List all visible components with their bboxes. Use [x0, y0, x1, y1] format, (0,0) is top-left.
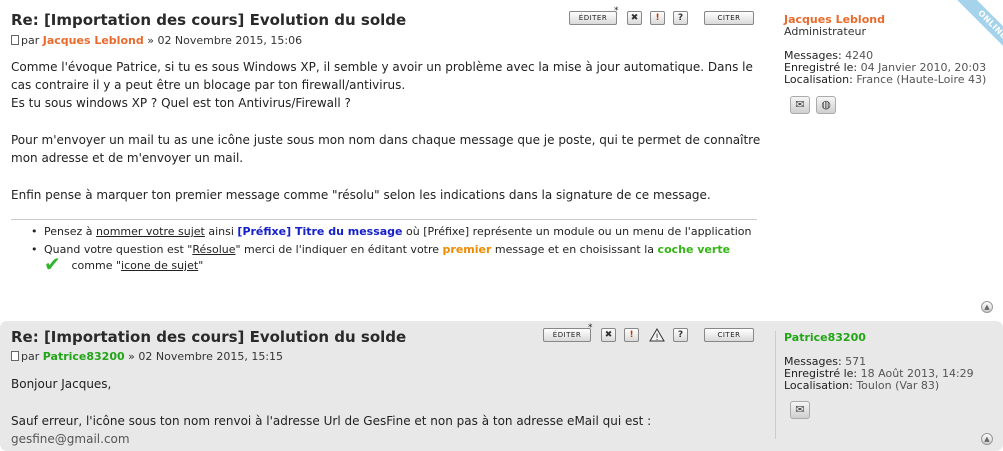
post-paragraph: Bonjour Jacques,	[11, 377, 112, 391]
sig-first-word: premier	[442, 243, 492, 256]
online-badge: ONLINE	[943, 0, 1003, 60]
author-link[interactable]: Patrice83200	[43, 350, 125, 363]
sig-text: message et en choisissant la	[491, 243, 658, 256]
label: Localisation:	[784, 73, 853, 86]
quote-button[interactable]: CITER	[704, 328, 754, 342]
post-paragraph: Enfin pense à marquer ton premier messag…	[11, 188, 711, 202]
post-text: Sauf erreur, l'icône sous ton nom renvoi…	[11, 414, 652, 428]
value: France (Haute-Loire 43)	[856, 73, 987, 86]
value: Toulon (Var 83)	[856, 379, 940, 392]
star-marker: *	[588, 323, 593, 333]
post-paragraph: Comme l'évoque Patrice, si tu es sous Wi…	[11, 60, 753, 92]
sig-link-topic-icon[interactable]: icone de sujet	[121, 259, 198, 272]
post-byline: par Patrice83200 » 02 Novembre 2015, 15:…	[11, 350, 283, 363]
post-date: » 02 Novembre 2015, 15:06	[143, 34, 303, 47]
byline-prefix: par	[21, 34, 40, 47]
sig-text: comme "	[68, 259, 122, 272]
post-content: Bonjour Jacques, Sauf erreur, l'icône so…	[11, 375, 761, 448]
quote-button[interactable]: CITER	[704, 11, 754, 25]
info-button[interactable]: ?	[673, 328, 688, 342]
sig-text: Pensez à	[44, 225, 96, 238]
profile-name[interactable]: Patrice83200	[784, 332, 994, 344]
author-link[interactable]: Jacques Leblond	[43, 34, 144, 47]
delete-button[interactable]: ✖	[601, 328, 616, 342]
green-check-icon: ✔	[44, 252, 61, 276]
post-paragraph: Sauf erreur, l'icône sous ton nom renvoi…	[11, 412, 761, 448]
delete-button[interactable]: ✖	[627, 11, 642, 25]
post-title[interactable]: Re: [Importation des cours] Evolution du…	[11, 328, 406, 346]
profile-location: Localisation: France (Haute-Loire 43)	[784, 74, 994, 86]
sig-link-name-subject[interactable]: nommer votre sujet	[96, 225, 205, 238]
document-icon	[11, 35, 19, 45]
email-icon[interactable]: ✉	[790, 401, 810, 419]
forum-post-2: Re: [Importation des cours] Evolution du…	[0, 321, 1003, 451]
warning-icon[interactable]: !	[649, 328, 665, 343]
report-button[interactable]: !	[624, 328, 639, 342]
sig-text: où [Préfixe] représente un module ou un …	[402, 225, 752, 238]
email-address[interactable]: gesfine@gmail.com	[11, 432, 130, 446]
post-date: » 02 Novembre 2015, 15:15	[124, 350, 284, 363]
profile-divider	[775, 331, 776, 439]
svg-text:!: !	[655, 333, 659, 342]
star-marker: *	[614, 6, 619, 16]
post-content: Comme l'évoque Patrice, si tu es sous Wi…	[11, 58, 761, 204]
signature-item: Quand votre question est "Résolue" merci…	[31, 242, 757, 276]
post-paragraph: Es tu sous windows XP ? Quel est ton Ant…	[11, 96, 351, 110]
profile-location: Localisation: Toulon (Var 83)	[784, 380, 994, 392]
document-icon	[11, 351, 19, 361]
sig-text: ainsi	[204, 225, 238, 238]
forum-post-1: Re: [Importation des cours] Evolution du…	[0, 0, 1003, 318]
email-icon[interactable]: ✉	[790, 96, 810, 114]
post-byline: par Jacques Leblond » 02 Novembre 2015, …	[11, 34, 302, 47]
edit-button[interactable]: ÉDITER	[543, 328, 591, 342]
post-signature: Pensez à nommer votre sujet ainsi [Préfi…	[11, 219, 757, 276]
warning-triangle-icon: !	[649, 328, 665, 343]
signature-item: Pensez à nommer votre sujet ainsi [Préfi…	[31, 224, 757, 239]
website-icon[interactable]: ◍	[816, 96, 836, 114]
back-to-top-icon[interactable]: ▲	[981, 433, 993, 445]
online-badge-text: ONLINE	[955, 0, 1003, 60]
sig-green-check-word: coche verte	[657, 243, 731, 256]
sig-link-resolved[interactable]: Résolue	[192, 243, 235, 256]
label: Localisation:	[784, 379, 853, 392]
post-buttons: ÉDITER * ✖ ! ? CITER	[569, 6, 759, 29]
post-title[interactable]: Re: [Importation des cours] Evolution du…	[11, 11, 406, 29]
byline-prefix: par	[21, 350, 40, 363]
sig-text: " merci de l'indiquer en éditant votre	[235, 243, 443, 256]
edit-button[interactable]: ÉDITER	[569, 11, 617, 25]
report-button[interactable]: !	[650, 11, 665, 25]
sig-text: "	[198, 259, 204, 272]
info-button[interactable]: ?	[673, 11, 688, 25]
sig-prefix-example: [Préfixe] Titre du message	[237, 225, 403, 238]
post-buttons: ÉDITER * ✖ ! ! ? CITER	[543, 323, 759, 346]
post-paragraph: Pour m'envoyer un mail tu as une icône j…	[11, 133, 761, 165]
author-profile: Patrice83200 Messages: 571 Enregistré le…	[784, 332, 994, 392]
sig-text: Quand votre question est "	[44, 243, 193, 256]
back-to-top-icon[interactable]: ▲	[981, 301, 993, 313]
